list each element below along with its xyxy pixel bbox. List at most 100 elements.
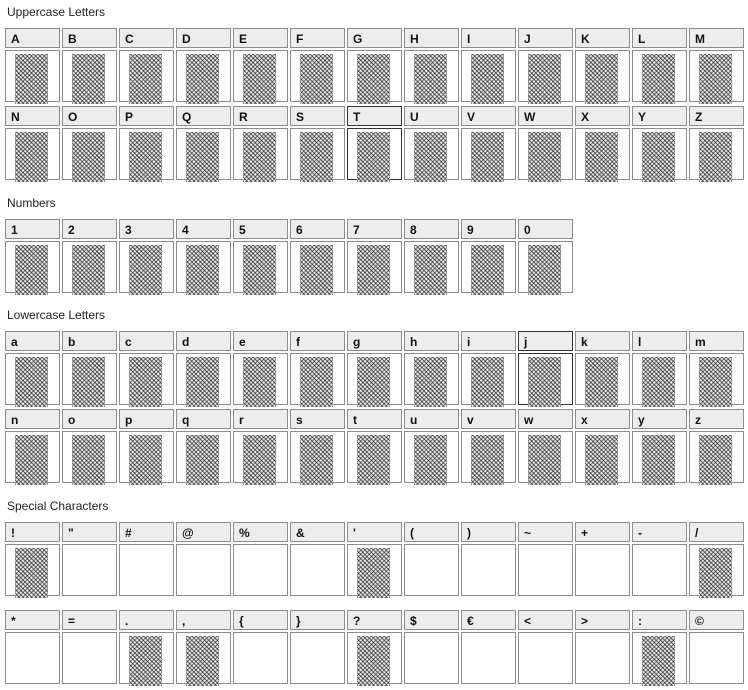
char-label: 2	[62, 219, 117, 239]
glyph-preview	[518, 544, 573, 596]
char-label: :	[632, 610, 687, 630]
char-label: e	[233, 331, 288, 351]
glyph-pattern	[471, 357, 504, 407]
char-label: €	[461, 610, 516, 630]
char-label: !	[5, 522, 60, 542]
char-label: V	[461, 106, 516, 126]
glyph-pattern	[357, 245, 390, 295]
char-label: /	[689, 522, 744, 542]
glyph-preview	[62, 431, 117, 485]
glyph-preview	[632, 431, 687, 485]
glyph-pattern	[243, 357, 276, 407]
glyph-preview	[575, 353, 630, 407]
glyph-pattern	[129, 636, 162, 686]
glyph-preview	[347, 241, 402, 295]
glyph-pattern	[300, 435, 333, 485]
glyph-preview	[176, 353, 231, 407]
char-label: C	[119, 28, 174, 48]
glyph-pattern	[642, 636, 675, 686]
glyph-pattern	[129, 54, 162, 104]
glyph-preview	[575, 544, 630, 596]
glyph-preview	[347, 128, 402, 182]
glyph-preview	[290, 50, 345, 104]
char-label: 6	[290, 219, 345, 239]
char-label: )	[461, 522, 516, 542]
char-label: '	[347, 522, 402, 542]
glyph-preview	[575, 128, 630, 182]
glyph-pattern	[699, 54, 732, 104]
glyph-preview	[119, 128, 174, 182]
glyph-preview	[5, 241, 60, 295]
glyph-preview	[233, 632, 288, 684]
glyph-preview	[689, 431, 744, 485]
glyph-pattern	[186, 245, 219, 295]
glyph-pattern	[15, 548, 48, 598]
glyph-preview	[518, 353, 573, 407]
char-label: D	[176, 28, 231, 48]
char-label: h	[404, 331, 459, 351]
glyph-pattern	[528, 357, 561, 407]
char-label: S	[290, 106, 345, 126]
char-label: @	[176, 522, 231, 542]
glyph-preview	[689, 632, 744, 684]
char-label: Q	[176, 106, 231, 126]
glyph-pattern	[471, 245, 504, 295]
glyph-pattern	[357, 54, 390, 104]
glyph-pattern	[642, 132, 675, 182]
glyph-pattern	[357, 636, 390, 686]
glyph-preview	[404, 632, 459, 684]
glyph-preview	[290, 241, 345, 295]
char-label: 5	[233, 219, 288, 239]
char-label: 8	[404, 219, 459, 239]
glyph-pattern	[642, 54, 675, 104]
char-label: 0	[518, 219, 573, 239]
char-label: y	[632, 409, 687, 429]
glyph-pattern	[15, 54, 48, 104]
glyph-preview	[290, 544, 345, 596]
glyph-preview	[290, 431, 345, 485]
glyph-pattern	[15, 132, 48, 182]
glyph-pattern	[300, 132, 333, 182]
glyph-pattern	[300, 54, 333, 104]
glyph-pattern	[699, 548, 732, 598]
char-label: -	[632, 522, 687, 542]
char-label: B	[62, 28, 117, 48]
glyph-preview	[632, 632, 687, 686]
glyph-preview	[62, 544, 117, 596]
char-label: g	[347, 331, 402, 351]
glyph-pattern	[414, 132, 447, 182]
glyph-pattern	[585, 54, 618, 104]
glyph-pattern	[699, 132, 732, 182]
glyph-preview	[404, 50, 459, 104]
char-label: 4	[176, 219, 231, 239]
char-label: R	[233, 106, 288, 126]
char-label: L	[632, 28, 687, 48]
char-label: H	[404, 28, 459, 48]
glyph-preview	[176, 241, 231, 295]
char-label: 9	[461, 219, 516, 239]
char-label: s	[290, 409, 345, 429]
char-label: f	[290, 331, 345, 351]
char-label: O	[62, 106, 117, 126]
char-label: E	[233, 28, 288, 48]
char-label: Y	[632, 106, 687, 126]
char-label: n	[5, 409, 60, 429]
glyph-pattern	[699, 357, 732, 407]
char-label: v	[461, 409, 516, 429]
glyph-preview	[233, 353, 288, 407]
char-label: r	[233, 409, 288, 429]
glyph-pattern	[357, 357, 390, 407]
glyph-pattern	[642, 435, 675, 485]
char-label: o	[62, 409, 117, 429]
glyph-pattern	[414, 245, 447, 295]
glyph-preview	[176, 544, 231, 596]
char-label: +	[575, 522, 630, 542]
glyph-pattern	[642, 357, 675, 407]
glyph-pattern	[585, 132, 618, 182]
glyph-preview	[347, 632, 402, 686]
glyph-preview	[62, 241, 117, 295]
char-label: b	[62, 331, 117, 351]
glyph-preview	[461, 431, 516, 485]
glyph-pattern	[528, 245, 561, 295]
glyph-preview	[62, 353, 117, 407]
